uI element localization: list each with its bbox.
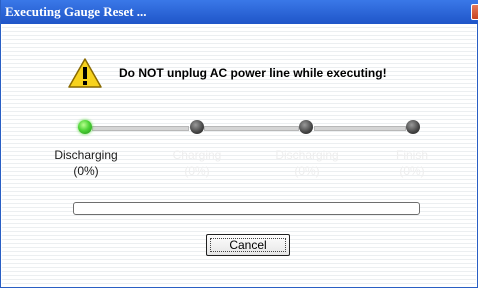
step-percent: (0%) xyxy=(73,164,99,178)
cancel-button-label: Cancel xyxy=(229,238,267,252)
step-indicator-active xyxy=(78,120,92,134)
window-title: Executing Gauge Reset ... xyxy=(5,4,147,19)
step-label-finish: Finish (0%) xyxy=(367,147,457,179)
step-percent: (0%) xyxy=(399,164,425,178)
step-percent: (0%) xyxy=(184,164,210,178)
step-label-discharging: Discharging (0%) xyxy=(41,147,131,179)
step-indicator xyxy=(299,120,313,134)
cancel-button[interactable]: Cancel xyxy=(206,234,290,256)
progress-bar xyxy=(73,202,420,215)
step-connector xyxy=(314,126,406,131)
step-name: Discharging xyxy=(54,148,118,162)
step-label-charging: Charging (0%) xyxy=(152,147,242,179)
step-connector xyxy=(204,126,299,131)
title-bar[interactable]: Executing Gauge Reset ... xyxy=(1,0,478,24)
step-connector xyxy=(92,126,189,131)
step-percent: (0%) xyxy=(294,164,320,178)
step-name: Discharging xyxy=(275,148,339,162)
close-icon[interactable] xyxy=(471,4,478,20)
dialog-window: Executing Gauge Reset ... Do NOT unplug … xyxy=(0,0,478,288)
step-indicator xyxy=(190,120,204,134)
step-name: Charging xyxy=(172,148,222,162)
step-name: Finish xyxy=(395,148,428,162)
warning-icon xyxy=(68,58,102,88)
warning-message: Do NOT unplug AC power line while execut… xyxy=(119,66,387,80)
step-indicator xyxy=(406,120,420,134)
step-label-discharging-2: Discharging (0%) xyxy=(262,147,352,179)
